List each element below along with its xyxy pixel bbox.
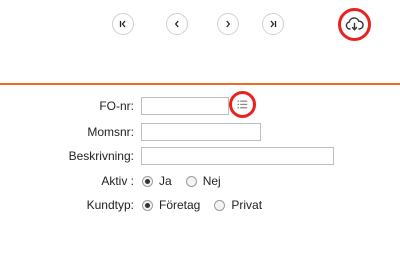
beskrivning-row: Beskrivning: [0,147,400,167]
list-icon [237,100,248,109]
aktiv-label: Aktiv : [101,174,134,188]
customer-form-screen: FO-nr: Momsnr: Beskrivning: Aktiv : Ja N… [0,0,400,268]
download-button[interactable] [338,8,371,41]
aktiv-ja-radio[interactable] [142,175,153,187]
momsnr-label: Momsnr: [87,125,134,139]
cloud-download-icon [345,17,364,31]
aktiv-nej-label[interactable]: Nej [203,174,221,188]
first-page-icon [119,20,126,28]
momsnr-input[interactable] [141,123,261,141]
kundtyp-label: Kundtyp: [86,198,134,212]
kundtyp-foretag-label[interactable]: Företag [159,198,200,212]
previous-icon [174,20,179,28]
last-record-button[interactable] [262,13,284,35]
aktiv-ja-label[interactable]: Ja [159,174,172,188]
fo-nr-label: FO-nr: [99,99,134,113]
kundtyp-row: Kundtyp: Företag Privat [0,196,400,216]
previous-record-button[interactable] [166,13,188,35]
aktiv-option-nej[interactable]: Nej [185,174,221,188]
next-record-button[interactable] [217,13,239,35]
kundtyp-radio-group: Företag Privat [142,198,276,212]
momsnr-row: Momsnr: [0,123,400,143]
beskrivning-label: Beskrivning: [68,149,134,163]
first-record-button[interactable] [112,13,134,35]
last-page-icon [270,20,277,28]
kundtyp-option-privat[interactable]: Privat [214,198,262,212]
aktiv-nej-radio[interactable] [185,175,197,187]
aktiv-radio-group: Ja Nej [142,174,235,188]
aktiv-option-ja[interactable]: Ja [142,174,172,188]
kundtyp-foretag-radio[interactable] [142,199,153,211]
beskrivning-input[interactable] [141,147,334,165]
fo-nr-input[interactable] [141,97,229,115]
next-icon [226,20,231,28]
kundtyp-option-foretag[interactable]: Företag [142,198,200,212]
kundtyp-privat-radio[interactable] [214,199,226,211]
kundtyp-privat-label[interactable]: Privat [231,198,262,212]
section-divider [0,83,400,85]
fo-nr-lookup-button[interactable] [229,91,256,118]
fo-nr-row: FO-nr: [0,91,400,118]
aktiv-row: Aktiv : Ja Nej [0,172,400,192]
